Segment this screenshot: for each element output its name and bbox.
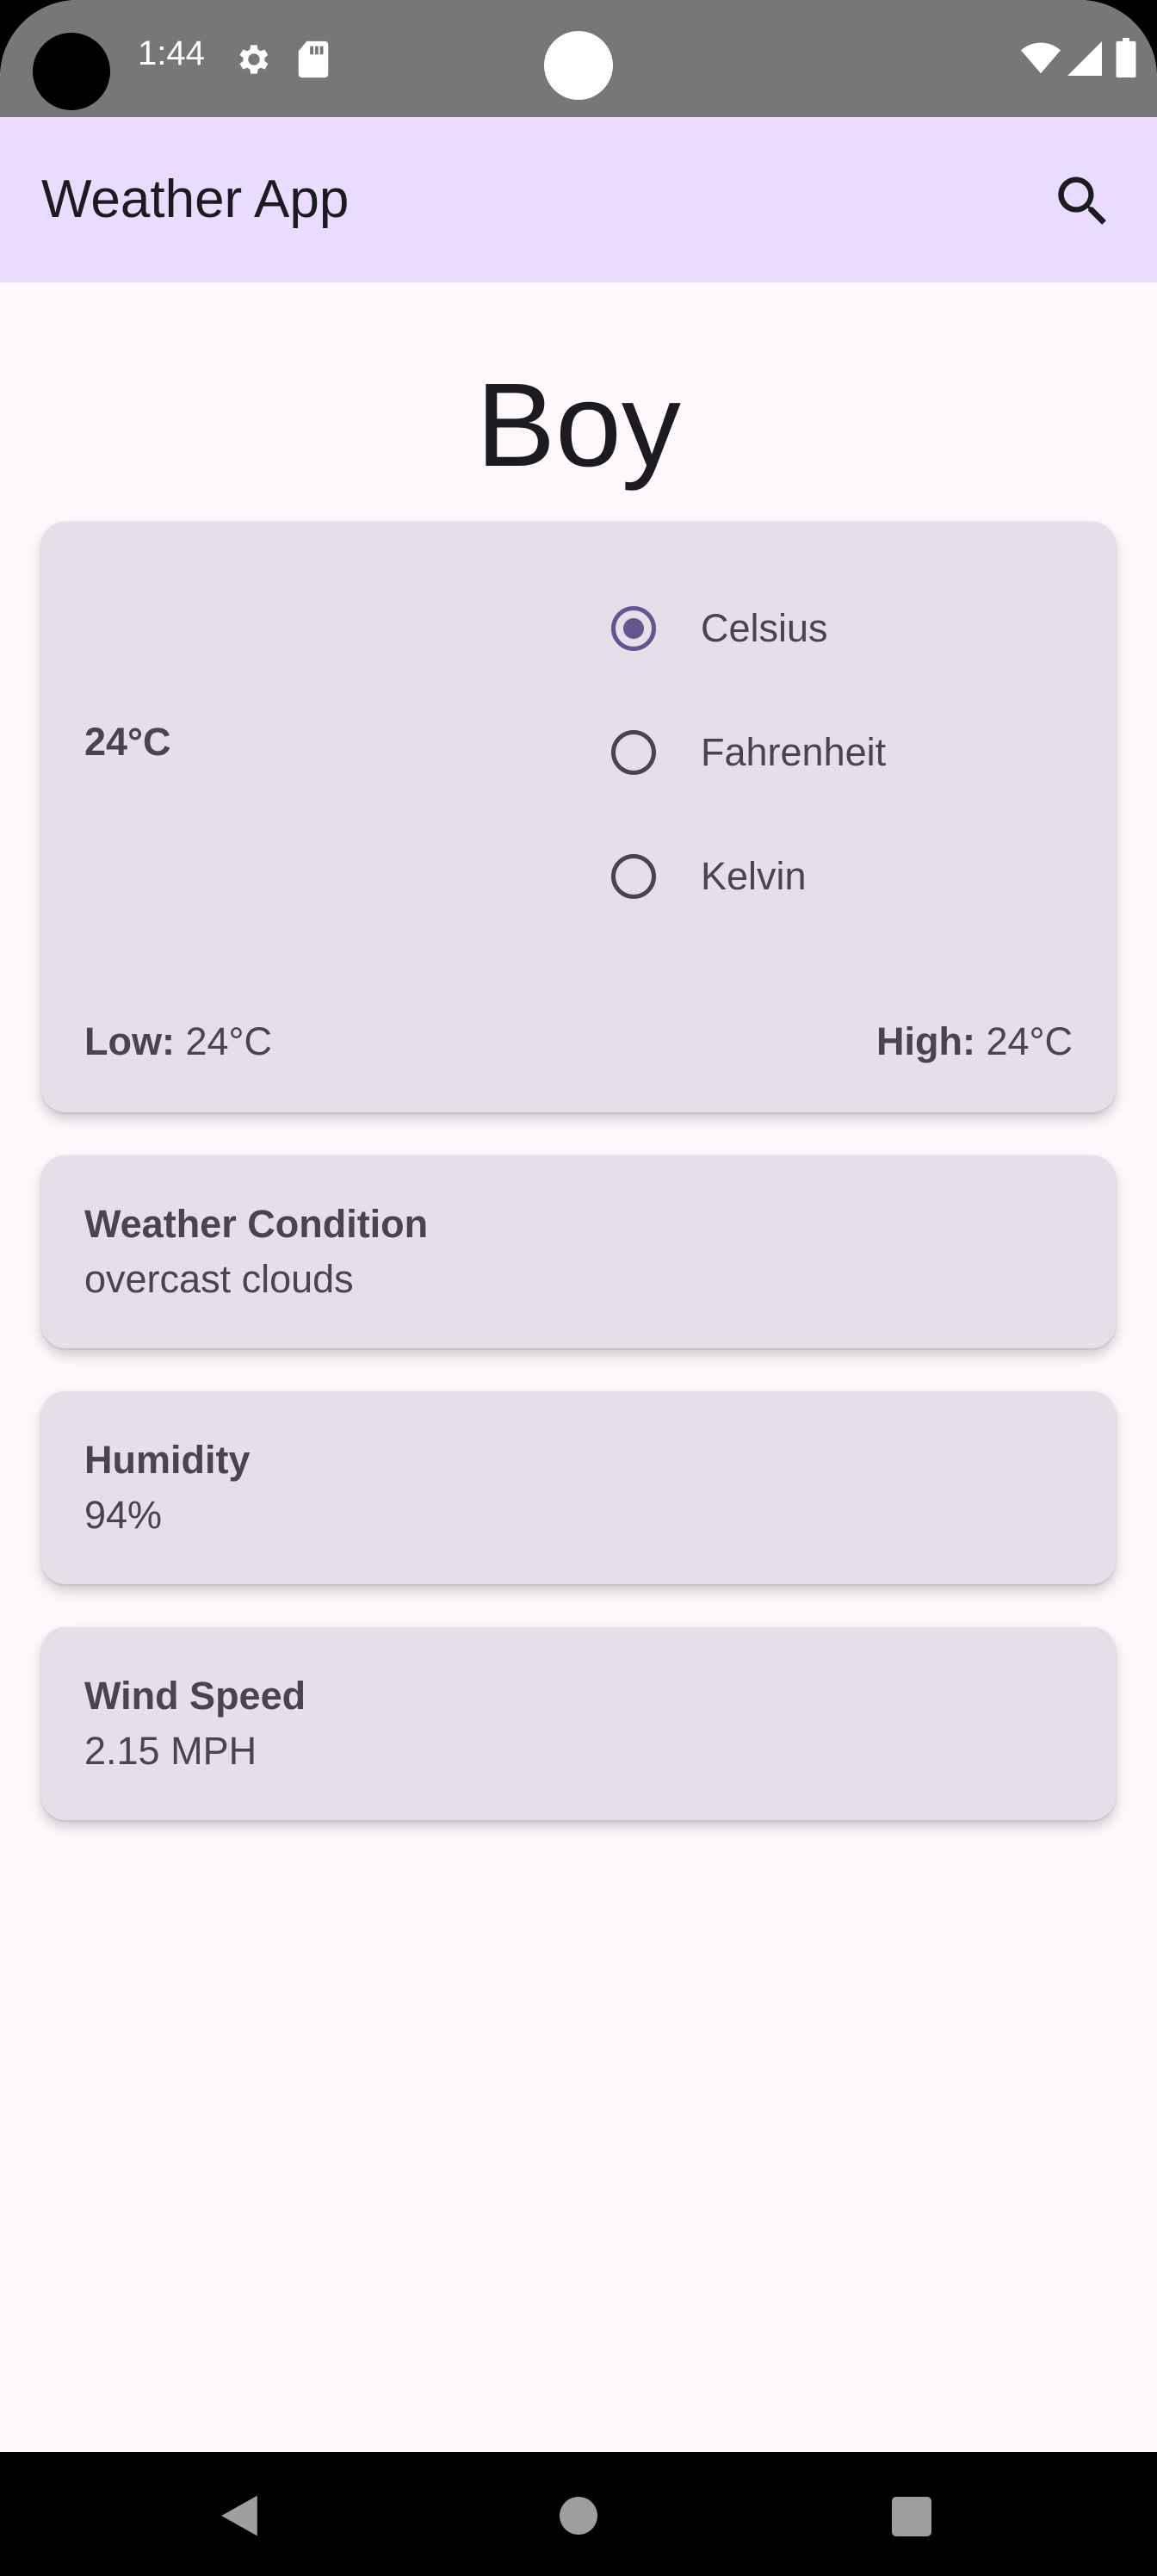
card-title: Humidity [84, 1438, 251, 1482]
back-icon[interactable] [217, 2493, 262, 2538]
card-title: Weather Condition [84, 1202, 429, 1246]
high-value: 24°C [986, 1019, 1073, 1063]
wind-speed-card: Wind Speed 2.15 MPH [41, 1627, 1116, 1820]
high-label: High: [875, 1019, 975, 1063]
low-label: Low: [84, 1019, 175, 1063]
status-time: 1:44 [138, 34, 205, 72]
battery-icon [1116, 38, 1136, 77]
sd-card-icon [298, 40, 329, 78]
app-title: Weather App [41, 170, 350, 229]
unit-option-celsius[interactable]: Celsius [611, 598, 828, 659]
weather-condition-card: Weather Condition overcast clouds [41, 1155, 1116, 1348]
radio-button[interactable] [611, 730, 656, 775]
city-name: Boy [476, 359, 681, 492]
low-temperature: Low: 24°C [84, 1019, 272, 1064]
card-value: overcast clouds [84, 1257, 354, 1301]
temperature-card: 24°C Celsius Fahrenheit Kelvin Low: 24°C… [41, 522, 1116, 1112]
app-bar: Weather App [0, 117, 1157, 282]
card-value: 2.15 MPH [84, 1729, 257, 1773]
high-temperature: High: 24°C [876, 1019, 1073, 1064]
card-title: Wind Speed [84, 1674, 306, 1718]
radio-button-selected[interactable] [611, 606, 656, 651]
unit-label: Celsius [701, 606, 828, 650]
screen: 1:44 Weather App Boy 24°C Celsius Fahren… [0, 0, 1157, 2576]
current-temperature: 24°C [84, 720, 171, 764]
navigation-bar [0, 2452, 1157, 2576]
humidity-card: Humidity 94% [41, 1391, 1116, 1584]
center-dot [544, 31, 613, 100]
unit-option-kelvin[interactable]: Kelvin [611, 846, 807, 907]
unit-label: Fahrenheit [701, 730, 887, 774]
camera-hole [33, 33, 110, 110]
status-bar: 1:44 [0, 0, 1157, 117]
home-icon[interactable] [560, 2497, 597, 2535]
radio-button[interactable] [611, 854, 656, 899]
unit-option-fahrenheit[interactable]: Fahrenheit [611, 722, 886, 783]
search-button[interactable] [1050, 169, 1116, 234]
low-value: 24°C [185, 1019, 273, 1063]
gear-icon [239, 45, 269, 74]
wifi-icon [1021, 42, 1061, 74]
unit-label: Kelvin [701, 854, 807, 898]
card-value: 94% [84, 1493, 163, 1537]
search-icon [1058, 176, 1106, 225]
signal-icon [1067, 41, 1102, 76]
recents-icon[interactable] [892, 2497, 931, 2536]
